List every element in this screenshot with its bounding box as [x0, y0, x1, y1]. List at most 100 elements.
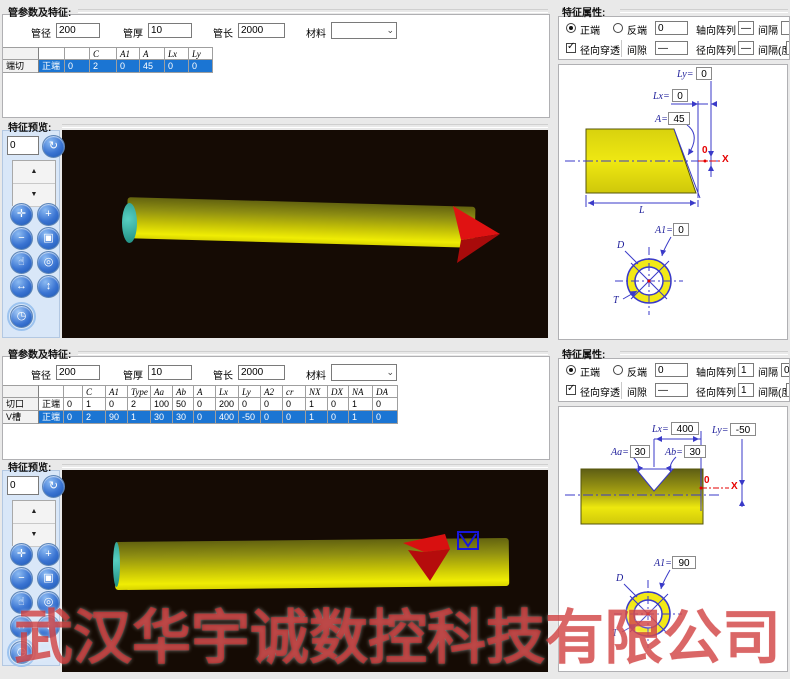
rotate-view-button[interactable]: ↻: [42, 135, 65, 158]
pipe-length-label: 管长: [213, 367, 233, 382]
front-end-radio[interactable]: [566, 365, 576, 375]
table-cell: Lx: [216, 385, 239, 398]
a1-value-box[interactable]: 0: [673, 223, 689, 236]
pipe-length-input[interactable]: [238, 365, 285, 380]
rotation-angle-input[interactable]: [7, 136, 39, 155]
table-cell: Aa: [151, 385, 173, 398]
hand-pan-button[interactable]: ☝: [10, 251, 33, 274]
pipe-diameter-input[interactable]: [56, 365, 100, 380]
radial-array-input[interactable]: [738, 383, 754, 397]
radial-penetrate-checkbox[interactable]: [566, 385, 576, 395]
axial-spacing-input[interactable]: [781, 21, 790, 35]
table-cell: 45: [140, 60, 165, 73]
stretch-horizontal-button[interactable]: ↔: [10, 615, 33, 638]
l-label: L: [639, 205, 645, 216]
axial-array-input[interactable]: [738, 363, 754, 377]
table-cell: -50: [239, 411, 261, 424]
end-offset-input[interactable]: [655, 363, 688, 377]
d-label: D: [616, 573, 623, 584]
zoom-window-button[interactable]: ▣: [37, 227, 60, 250]
radial-spacing-input[interactable]: [786, 41, 790, 55]
bottom-3d-viewport[interactable]: [62, 470, 548, 672]
end-offset-input[interactable]: [655, 21, 688, 35]
axis-view-button[interactable]: ◷: [10, 641, 33, 664]
pipe-thickness-input[interactable]: [148, 23, 192, 38]
a1-value-box[interactable]: 90: [672, 556, 696, 569]
table-cell: [3, 385, 39, 398]
zoom-in-button[interactable]: +: [37, 543, 60, 566]
top-params-panel: 管径 管厚 管长 材料 ⌄ CA1ALxLy端切正端0204500: [2, 14, 550, 118]
divider: [621, 40, 622, 57]
step-up-button[interactable]: ▲: [13, 501, 55, 524]
table-cell: 50: [173, 398, 194, 411]
table-cell: 切口: [3, 398, 39, 411]
pan-move-button[interactable]: ✛: [10, 543, 33, 566]
gap-input[interactable]: [655, 383, 688, 397]
front-end-radio[interactable]: [566, 23, 576, 33]
zoom-out-button[interactable]: −: [10, 227, 33, 250]
rotate-view-button[interactable]: ↻: [42, 475, 65, 498]
stretch-horizontal-button[interactable]: ↔: [10, 275, 33, 298]
chevron-down-icon: ⌄: [386, 367, 394, 378]
step-up-button[interactable]: ▲: [13, 161, 55, 184]
pipe-length-input[interactable]: [238, 23, 285, 38]
axial-spacing-label: 间隔: [758, 22, 778, 37]
axial-array-input[interactable]: [738, 21, 754, 35]
cut-arrow-graphic: [62, 470, 548, 672]
lx-value-box[interactable]: 400: [671, 422, 699, 435]
hand-pan-button[interactable]: ☝: [10, 591, 33, 614]
orbit-button[interactable]: ◎: [37, 251, 60, 274]
pan-move-button[interactable]: ✛: [10, 203, 33, 226]
pipe-diameter-label: 管径: [31, 25, 51, 40]
pipe-diameter-input[interactable]: [56, 23, 100, 38]
rotation-angle-input[interactable]: [7, 476, 39, 495]
table-cell: 0: [328, 411, 349, 424]
orbit-button[interactable]: ◎: [37, 591, 60, 614]
zoom-in-button[interactable]: +: [37, 203, 60, 226]
table-cell: Lx: [165, 47, 189, 60]
material-select[interactable]: ⌄: [331, 364, 397, 381]
cut-arrow-graphic: [62, 130, 548, 338]
material-select[interactable]: ⌄: [331, 22, 397, 39]
table-row[interactable]: 端切正端0204500: [3, 60, 213, 73]
table-row[interactable]: 切口正端01021005002000001010: [3, 398, 398, 411]
zoom-out-button[interactable]: −: [10, 567, 33, 590]
table-cell: [3, 47, 39, 60]
ly-value-box[interactable]: -50: [730, 423, 756, 436]
bottom-params-group-title: 管参数及特征:: [8, 346, 71, 361]
back-end-radio[interactable]: [613, 23, 623, 33]
table-header-row: CA1ALxLy: [3, 47, 213, 60]
table-cell: 1: [128, 411, 151, 424]
gap-input[interactable]: [655, 41, 688, 55]
back-end-label: 反端: [627, 364, 647, 379]
zoom-window-button[interactable]: ▣: [37, 567, 60, 590]
ly-value-box[interactable]: 0: [696, 67, 712, 80]
origin-zero-label: 0: [704, 475, 710, 486]
divider: [620, 351, 788, 355]
lx-value-box[interactable]: 0: [672, 89, 688, 102]
aa-value-box[interactable]: 30: [630, 445, 650, 458]
top-3d-viewport[interactable]: [62, 130, 548, 338]
table-cell: 30: [173, 411, 194, 424]
pipe-thickness-label: 管厚: [123, 367, 143, 382]
stretch-vertical-button[interactable]: ↕: [37, 275, 60, 298]
ab-value-box[interactable]: 30: [684, 445, 706, 458]
radial-penetrate-checkbox[interactable]: [566, 43, 576, 53]
pipe-thickness-input[interactable]: [148, 365, 192, 380]
pipe-thickness-label: 管厚: [123, 25, 143, 40]
gap-label: 间隙: [627, 384, 647, 399]
axial-spacing-input[interactable]: [781, 363, 790, 377]
stretch-vertical-button[interactable]: ↕: [37, 615, 60, 638]
axis-view-button[interactable]: ◷: [10, 305, 33, 328]
bevel-diagram-graphic: [559, 65, 788, 340]
a-label: A=: [655, 114, 668, 125]
angle-stepper: ▲ ▼: [12, 500, 56, 546]
radial-spacing-input[interactable]: [786, 383, 790, 397]
divider: [78, 9, 548, 13]
radial-array-input[interactable]: [738, 41, 754, 55]
a-value-box[interactable]: 45: [668, 112, 690, 125]
table-cell: 1: [306, 411, 328, 424]
table-row[interactable]: V槽正端0290130300400-50001010: [3, 411, 398, 424]
back-end-label: 反端: [627, 22, 647, 37]
back-end-radio[interactable]: [613, 365, 623, 375]
